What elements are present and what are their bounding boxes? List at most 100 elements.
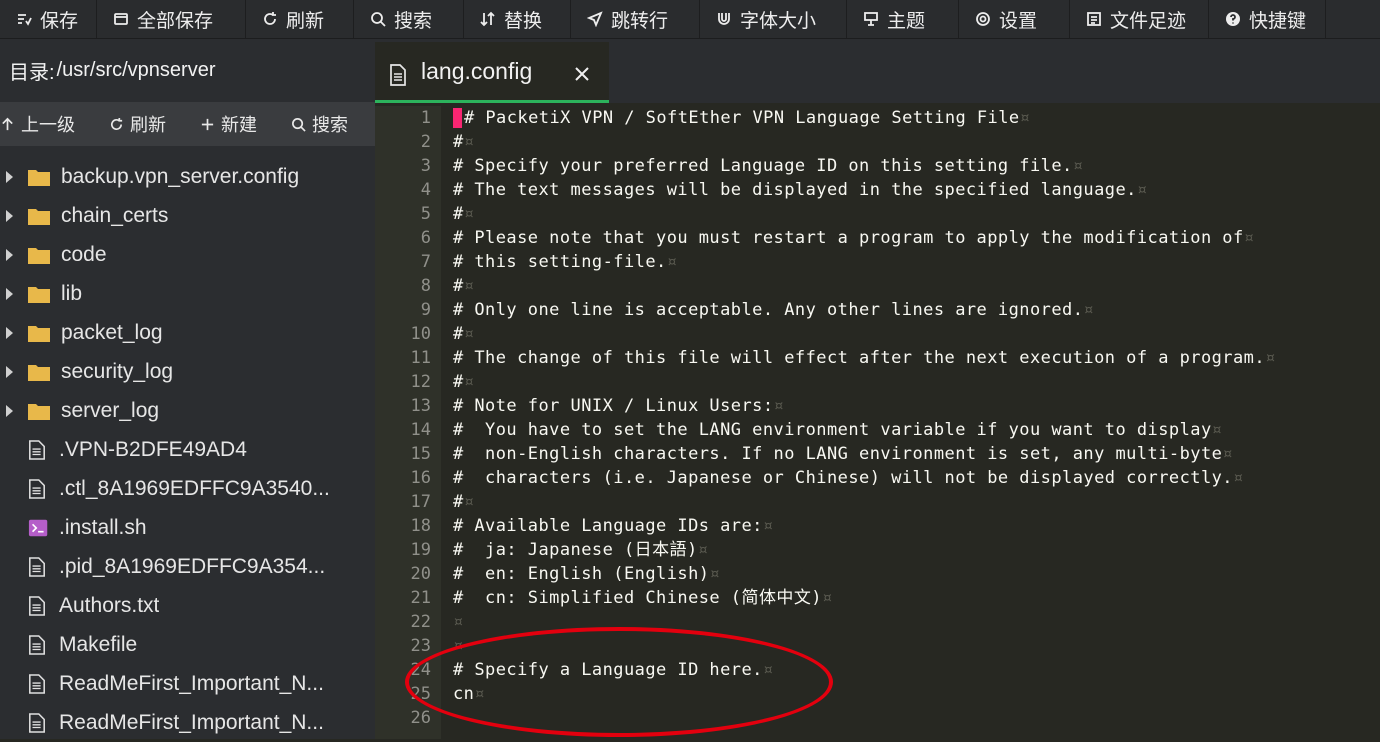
file-item[interactable]: .ctl_8A1969EDFFC9A3540... (0, 469, 360, 508)
eol-marker: ¤ (1083, 300, 1095, 320)
code-line[interactable]: # en: English (English)¤ (453, 562, 720, 586)
code-line[interactable]: # The change of this file will effect af… (453, 346, 1276, 370)
main-toolbar: 保存 全部保存 刷新 搜索 替换 跳转行 字体大小 主题 设置 文件足迹 快捷键 (0, 0, 1380, 39)
tree-item-name: ReadMeFirst_Important_N... (59, 710, 324, 734)
code-line[interactable]: # Note for UNIX / Linux Users:¤ (453, 394, 784, 418)
line-number: 2 (420, 132, 431, 152)
line-number-gutter: 1 2 3 4 5 6 7 8 9 10 11 12 13 14 15 16 17 18 19 20 21 22 23 24 2… (375, 106, 441, 739)
eol-marker: ¤ (1136, 180, 1148, 200)
tree-item-name: code (61, 242, 107, 266)
code-line[interactable]: # The text messages will be displayed in… (453, 178, 1148, 202)
file-item[interactable]: ReadMeFirst_Important_N... (0, 703, 360, 742)
folder-item[interactable]: chain_certs (0, 196, 360, 235)
code-text: # Specify your preferred Language ID on … (453, 156, 1073, 176)
arrow-up-icon (2, 117, 13, 130)
code-line[interactable]: #¤ (453, 130, 474, 154)
up-level-button[interactable]: 上一级 (0, 111, 75, 137)
code-line[interactable]: # cn: Simplified Chinese (简体中文)¤ (453, 586, 833, 610)
toolbar-history-button[interactable]: 文件足迹 (1070, 0, 1209, 38)
directory-label: 目录: (9, 62, 55, 84)
toolbar-gear-button[interactable]: 设置 (959, 0, 1070, 38)
code-text: # non-English characters. If no LANG env… (453, 444, 1223, 464)
eol-marker: ¤ (463, 276, 475, 296)
code-line[interactable]: cn¤ (453, 682, 485, 706)
new-file-button[interactable]: 新建 (200, 111, 257, 137)
file-item[interactable]: .VPN-B2DFE49AD4 (0, 430, 360, 469)
tab-lang-config[interactable]: lang.config (375, 42, 609, 103)
expand-arrow-icon[interactable] (6, 404, 13, 417)
toolbar-help-button[interactable]: 快捷键 (1209, 0, 1326, 38)
search-icon (368, 9, 388, 29)
search-files-button[interactable]: 搜索 (291, 111, 348, 137)
line-number: 24 (410, 660, 431, 680)
code-line[interactable]: # Specify a Language ID here.¤ (453, 658, 774, 682)
folder-item[interactable]: lib (0, 274, 360, 313)
code-text: # ja: Japanese (日本語) (453, 540, 698, 560)
refresh-dir-button[interactable]: 刷新 (109, 111, 166, 137)
history-icon (1084, 9, 1104, 29)
code-editor[interactable]: 1 2 3 4 5 6 7 8 9 10 11 12 13 14 15 16 17 18 19 20 21 22 23 24 2… (375, 106, 1380, 739)
close-icon[interactable] (574, 66, 590, 82)
folder-item[interactable]: backup.vpn_server.config (0, 157, 360, 196)
code-line[interactable]: # Specify your preferred Language ID on … (453, 154, 1083, 178)
code-line[interactable]: # You have to set the LANG environment v… (453, 418, 1222, 442)
toolbar-goto-line-button[interactable]: 跳转行 (571, 0, 700, 38)
expand-arrow-icon[interactable] (6, 248, 13, 261)
code-line[interactable]: ¤ (453, 634, 464, 658)
folder-item[interactable]: packet_log (0, 313, 360, 352)
file-item[interactable]: ReadMeFirst_Important_N... (0, 664, 360, 703)
code-line[interactable]: # Available Language IDs are:¤ (453, 514, 774, 538)
expand-arrow-icon[interactable] (6, 209, 13, 222)
file-item[interactable]: .install.sh (0, 508, 360, 547)
toolbar-save-all-button[interactable]: 全部保存 (97, 0, 246, 38)
folder-item[interactable]: code (0, 235, 360, 274)
toolbar-theme-button[interactable]: 主题 (847, 0, 959, 38)
code-line[interactable]: #¤ (453, 370, 474, 394)
expand-arrow-icon[interactable] (6, 326, 13, 339)
code-line[interactable]: # PacketiX VPN / SoftEther VPN Language … (453, 106, 1030, 130)
eol-marker: ¤ (453, 636, 464, 656)
code-line[interactable]: # characters (i.e. Japanese or Chinese) … (453, 466, 1244, 490)
tab-title: lang.config (421, 57, 533, 84)
toolbar-replace-button[interactable]: 替换 (464, 0, 571, 38)
folder-icon (28, 286, 50, 303)
code-line[interactable]: #¤ (453, 202, 474, 226)
toolbar-save-button[interactable]: 保存 (0, 0, 97, 38)
folder-icon (28, 208, 50, 225)
code-line[interactable]: #¤ (453, 274, 474, 298)
line-number: 16 (410, 468, 431, 488)
code-line[interactable]: # Only one line is acceptable. Any other… (453, 298, 1094, 322)
code-line[interactable]: # Please note that you must restart a pr… (453, 226, 1254, 250)
line-number: 20 (410, 564, 431, 584)
folder-item[interactable]: server_log (0, 391, 360, 430)
expand-arrow-icon[interactable] (6, 365, 13, 378)
line-number: 3 (420, 156, 431, 176)
code-text: # cn: Simplified Chinese (简体中文) (453, 588, 822, 608)
toolbar-search-button[interactable]: 搜索 (354, 0, 464, 38)
expand-arrow-icon[interactable] (6, 287, 13, 300)
code-line[interactable]: #¤ (453, 322, 474, 346)
line-number: 26 (410, 708, 431, 728)
code-line[interactable]: #¤ (453, 490, 474, 514)
code-text: # Please note that you must restart a pr… (453, 228, 1244, 248)
code-line[interactable]: # this setting-file.¤ (453, 250, 677, 274)
eol-marker: ¤ (762, 516, 774, 536)
refresh-icon (260, 9, 280, 29)
folder-item[interactable]: security_log (0, 352, 360, 391)
gear-icon (973, 9, 993, 29)
code-text: # Available Language IDs are: (453, 516, 763, 536)
tree-item-name: .ctl_8A1969EDFFC9A3540... (59, 476, 330, 500)
file-item[interactable]: .pid_8A1969EDFFC9A354... (0, 547, 360, 586)
expand-arrow-icon[interactable] (6, 170, 13, 183)
line-number: 9 (420, 300, 431, 320)
file-item[interactable]: Authors.txt (0, 586, 360, 625)
code-line[interactable]: # non-English characters. If no LANG env… (453, 442, 1233, 466)
line-number: 11 (410, 348, 431, 368)
toolbar-font-size-button[interactable]: 字体大小 (700, 0, 847, 38)
directory-path: /usr/src/vpnserver (56, 59, 216, 81)
file-item[interactable]: Makefile (0, 625, 360, 664)
code-line[interactable]: ¤ (453, 610, 464, 634)
toolbar-refresh-button[interactable]: 刷新 (246, 0, 354, 38)
eol-marker: ¤ (463, 324, 475, 344)
code-line[interactable]: # ja: Japanese (日本語)¤ (453, 538, 708, 562)
